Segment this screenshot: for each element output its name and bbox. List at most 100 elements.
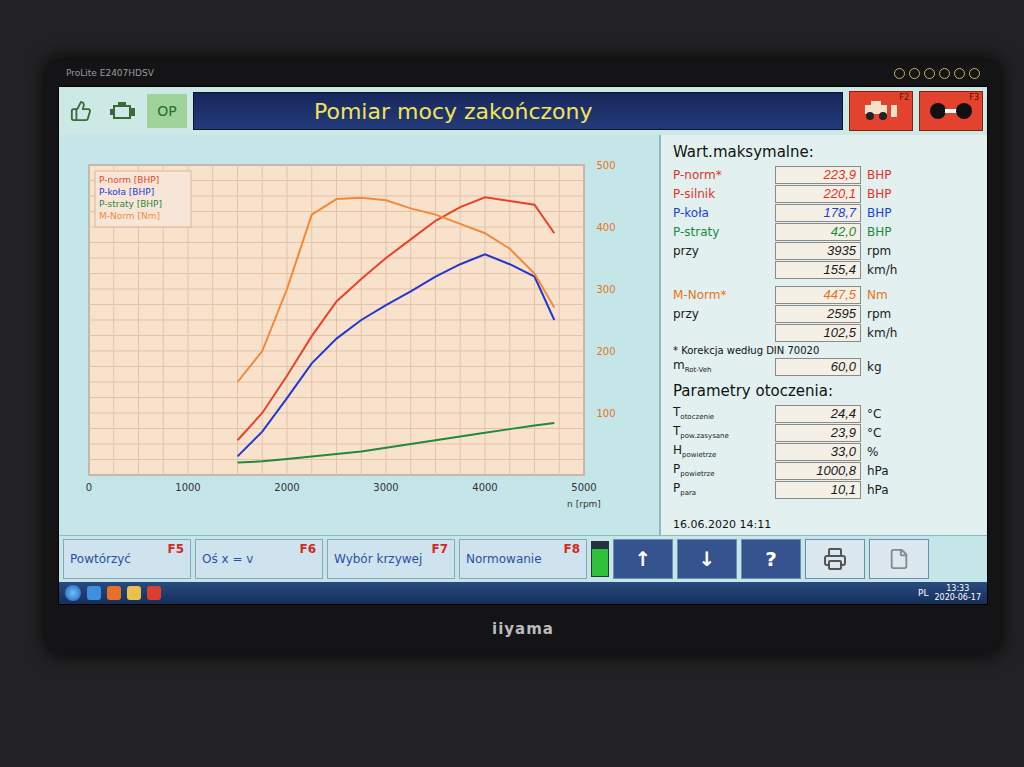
value-row: Hpowietrze 33,0%	[673, 442, 977, 461]
ambient-heading: Parametry otoczenia:	[673, 382, 977, 400]
x-tick: 2000	[274, 482, 299, 493]
chart-panel: P-norm [BHP]P-koła [BHP]P-straty [BHP]M-…	[59, 135, 659, 535]
ok-indicator	[63, 94, 99, 128]
maxima-heading: Wart.maksymalne:	[673, 143, 977, 161]
row-unit: BHP	[867, 206, 977, 220]
row-unit: rpm	[867, 307, 977, 321]
series-line	[238, 423, 555, 463]
printer-icon	[823, 547, 847, 571]
function-button[interactable]: PowtórzyćF5	[63, 539, 191, 579]
row-unit: km/h	[867, 326, 977, 340]
language-indicator[interactable]: PL	[918, 588, 928, 598]
row-label: M-Norm*	[673, 288, 769, 302]
row-unit: %	[867, 445, 977, 459]
value-field: 33,0	[775, 443, 861, 461]
value-row: mRot-Veh60,0kg	[673, 357, 977, 376]
torque-tick: 500	[596, 160, 615, 171]
x-tick: 3000	[373, 482, 398, 493]
screen: OPPomiar mocy zakończonyF2F3 P-norm [BHP]…	[58, 86, 988, 605]
key-button[interactable]: F3	[919, 91, 983, 131]
bezel-bottom: iiyama	[58, 605, 988, 653]
row-unit: BHP	[867, 225, 977, 239]
car-dyno-icon	[861, 99, 901, 123]
series-line	[238, 197, 555, 440]
monitor-button-icon[interactable]	[909, 68, 920, 79]
page-button[interactable]	[869, 539, 929, 579]
battery-indicator	[591, 541, 609, 577]
value-row: P-koła 178,7 BHP	[673, 203, 977, 222]
svg-text:M-Norm [Nm]: M-Norm [Nm]	[99, 211, 160, 221]
browser-icon[interactable]	[87, 586, 101, 600]
row-label: mRot-Veh	[673, 358, 769, 374]
value-row: Ppara10,1hPa	[673, 480, 977, 499]
folder-icon[interactable]	[127, 586, 141, 600]
torque-tick: 200	[596, 346, 615, 357]
header: OPPomiar mocy zakończonyF2F3	[59, 87, 987, 135]
row-label: Hpowietrze	[673, 443, 769, 459]
monitor-buttons	[894, 68, 980, 79]
engine-indicator	[105, 94, 141, 128]
function-button[interactable]: Wybór krzywejF7	[327, 539, 455, 579]
power-chart: P-norm [BHP]P-koła [BHP]P-straty [BHP]M-…	[59, 135, 659, 535]
x-axis-label: n [rpm]	[567, 499, 601, 509]
start-icon[interactable]	[65, 585, 81, 601]
arrow-button[interactable]: ↓	[677, 539, 737, 579]
help-button[interactable]: ?	[741, 539, 801, 579]
value-field: 3935	[775, 242, 861, 260]
function-button[interactable]: Oś x = vF6	[195, 539, 323, 579]
value-field: 178,7	[775, 204, 861, 222]
monitor-button-icon[interactable]	[924, 68, 935, 79]
status-indicator: OP	[147, 94, 187, 128]
app-icon[interactable]	[147, 586, 161, 600]
plot-area	[89, 165, 584, 475]
row-label: P-straty	[673, 225, 769, 239]
value-row: 102,5 km/h	[673, 323, 977, 342]
page-icon	[888, 548, 910, 570]
row-label: P-norm*	[673, 168, 769, 182]
chart-legend: P-norm [BHP]P-koła [BHP]P-straty [BHP]M-…	[95, 171, 191, 227]
value-field: 23,9	[775, 424, 861, 442]
title: Pomiar mocy zakończony	[193, 92, 843, 130]
function-button[interactable]: NormowanieF8	[459, 539, 587, 579]
row-unit: hPa	[867, 464, 977, 478]
row-unit: km/h	[867, 263, 977, 277]
measurement-date: 16.06.2020 14:11	[673, 518, 977, 531]
roller-icon	[929, 99, 973, 123]
torque-tick: 300	[596, 284, 615, 295]
row-unit: rpm	[867, 244, 977, 258]
monitor-button-icon[interactable]	[969, 68, 980, 79]
x-tick: 1000	[175, 482, 200, 493]
row-unit: BHP	[867, 187, 977, 201]
clock[interactable]: 13:332020-06-17	[935, 584, 982, 602]
x-tick: 4000	[472, 482, 497, 493]
monitor-button-icon[interactable]	[894, 68, 905, 79]
series-line	[238, 254, 555, 456]
firefox-icon[interactable]	[107, 586, 121, 600]
monitor-button-icon[interactable]	[954, 68, 965, 79]
value-field: 102,5	[775, 324, 861, 342]
value-row: Ppowietrze1000,8hPa	[673, 461, 977, 480]
value-row: P-straty42,0BHP	[673, 222, 977, 241]
x-tick: 0	[86, 482, 92, 493]
value-field: 10,1	[775, 481, 861, 499]
print-button[interactable]	[805, 539, 865, 579]
row-label: P-koła	[673, 206, 769, 220]
value-row: M-Norm* 447,5 Nm	[673, 285, 977, 304]
row-unit: °C	[867, 407, 977, 421]
row-unit: °C	[867, 426, 977, 440]
monitor-button-icon[interactable]	[939, 68, 950, 79]
torque-tick: 400	[596, 222, 615, 233]
row-unit: Nm	[867, 288, 977, 302]
arrow-button[interactable]: ↑	[613, 539, 673, 579]
row-label: P-silnik	[673, 187, 769, 201]
bezel-top: ProLite E2407HDSV	[58, 60, 988, 86]
engine-icon	[109, 100, 137, 122]
value-field: 447,5	[775, 286, 861, 304]
value-field: 1000,8	[775, 462, 861, 480]
row-unit: BHP	[867, 168, 977, 182]
brand-logo: iiyama	[492, 620, 554, 638]
row-label: Ppara	[673, 481, 769, 497]
svg-text:P-norm [BHP]: P-norm [BHP]	[99, 175, 159, 185]
key-button[interactable]: F2	[849, 91, 913, 131]
taskbar: PL 13:332020-06-17	[59, 582, 987, 604]
